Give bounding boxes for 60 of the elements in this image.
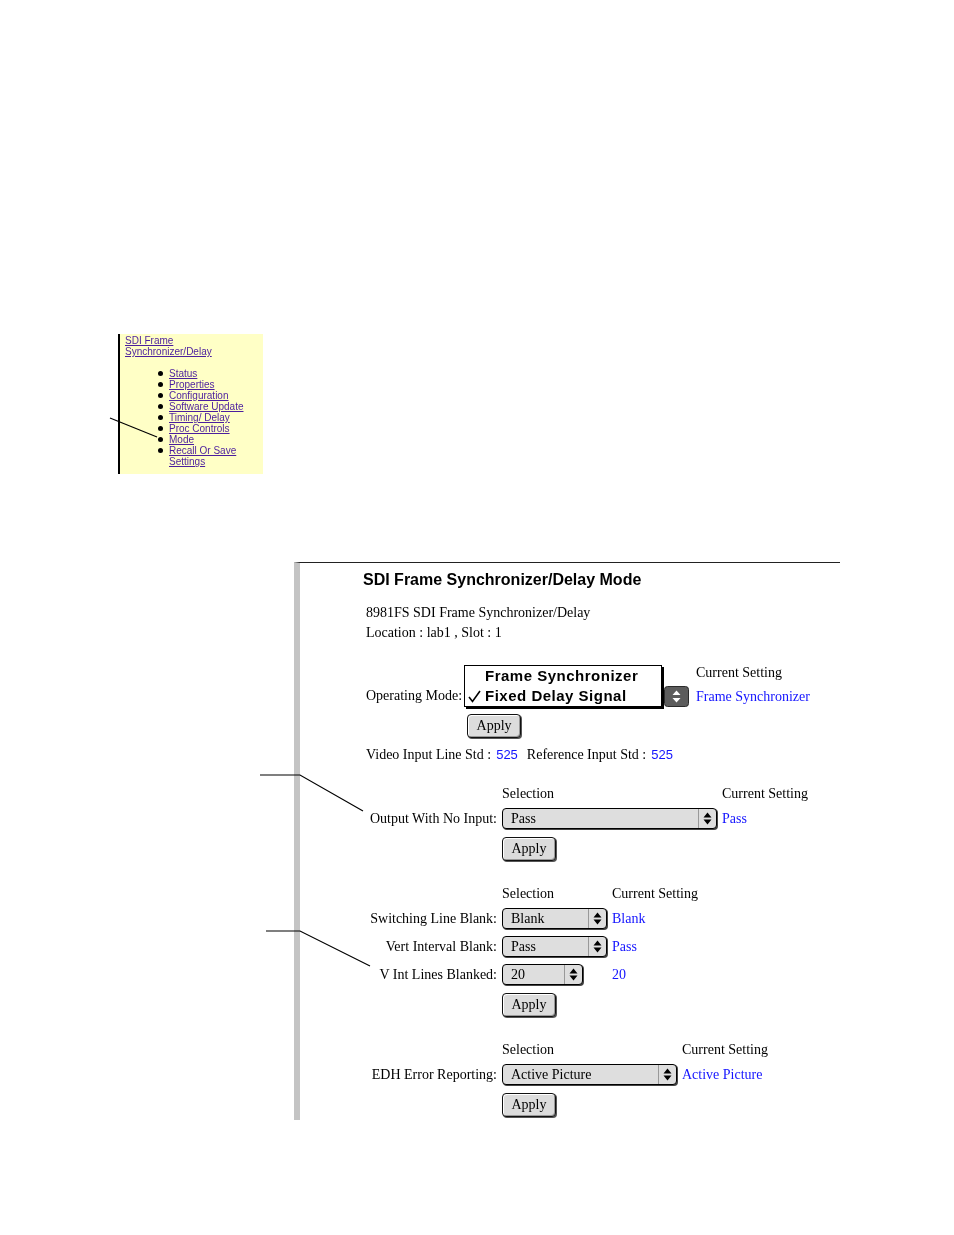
bullet-icon [158,448,163,453]
nav-link[interactable]: Mode [169,434,194,445]
up-down-arrows-icon [703,812,712,825]
current-value: Active Picture [682,1065,763,1084]
current-value: Pass [722,809,747,828]
up-down-arrows-icon [663,1068,672,1081]
nav-link[interactable]: Status [169,368,198,379]
field-label: Switching Line Blank: [370,910,497,928]
column-heading: Current Setting [696,664,782,682]
menu-item[interactable]: Fixed Delay Signal [465,686,662,706]
bullet-icon [158,382,163,387]
field-label: Operating Mode: [366,687,463,705]
nav-link[interactable]: Proc Controls [169,423,230,434]
field-label: Vert Interval Blank: [385,938,497,956]
std-value: 525 [651,746,673,764]
bullet-icon [158,415,163,420]
select-field[interactable]: Blank [502,908,607,929]
current-value: 20 [612,965,626,984]
std-label: Video Input Line Std : [366,746,492,764]
apply-button[interactable]: Apply [502,837,556,861]
std-label: Reference Input Std : [526,746,647,764]
field-label: EDH Error Reporting: [371,1066,497,1084]
field-label: V Int Lines Blanked: [379,966,497,984]
nav-link[interactable]: Timing/ Delay [169,412,230,423]
current-value: Frame Synchronizer [696,688,810,706]
column-heading: Current Setting [682,1041,768,1059]
field-label: Output With No Input: [369,810,497,828]
column-heading: Selection [502,785,555,803]
up-down-arrows-icon [569,968,578,981]
std-value: 525 [496,746,518,764]
current-value: Blank [612,909,646,928]
location-text: Location : lab1 , Slot : 1 [366,624,502,642]
column-heading: Current Setting [722,785,808,803]
device-name: 8981FS SDI Frame Synchronizer/Delay [366,604,591,622]
select-field[interactable]: 20 [502,964,583,985]
nav-link[interactable]: Configuration [169,390,229,401]
up-down-arrows-icon[interactable] [664,686,690,707]
select-field[interactable]: Active Picture [502,1064,677,1085]
apply-button[interactable]: Apply [502,993,556,1017]
bullet-icon [158,371,163,376]
nav-title-link[interactable]: SDI Frame Synchronizer/Delay [125,335,217,357]
apply-button[interactable]: Apply [467,714,522,738]
column-heading: Selection [502,1041,555,1059]
select-field[interactable]: Pass [502,808,717,829]
bullet-icon [158,437,163,442]
select-field[interactable]: Pass [502,936,607,957]
bullet-icon [158,393,163,398]
nav-link[interactable]: Properties [169,379,215,390]
current-value: Pass [612,937,637,956]
apply-button[interactable]: Apply [502,1093,556,1117]
up-down-arrows-icon [593,940,602,953]
menu-item[interactable]: Frame Synchronizer [465,666,662,686]
page-title: SDI Frame Synchronizer/Delay Mode [363,570,642,590]
column-heading: Current Setting [612,885,698,903]
nav-link[interactable]: Recall Or Save Settings [169,445,259,467]
nav-link[interactable]: Software Update [169,401,244,412]
column-heading: Selection [502,885,555,903]
bullet-icon [158,404,163,409]
bullet-icon [158,426,163,431]
up-down-arrows-icon [593,912,602,925]
